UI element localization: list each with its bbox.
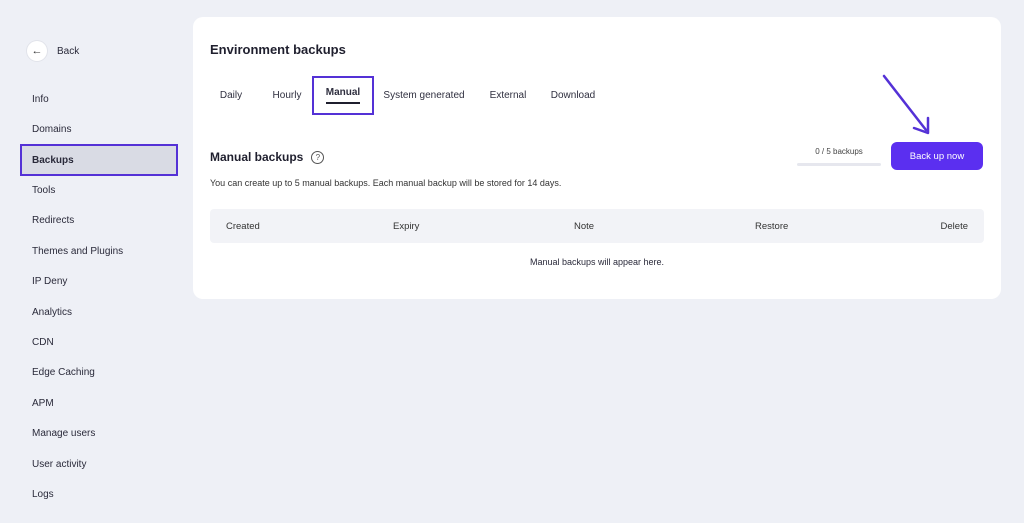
sidebar-item-edge-caching[interactable]: Edge Caching <box>20 356 178 388</box>
sidebar-item-label: IP Deny <box>32 275 68 287</box>
sidebar-item-label: Logs <box>32 488 54 500</box>
sidebar-item-themes-and-plugins[interactable]: Themes and Plugins <box>20 235 178 267</box>
sidebar-item-ip-deny[interactable]: IP Deny <box>20 265 178 297</box>
tab-label: Hourly <box>272 89 302 101</box>
sidebar-item-label: Backups <box>32 154 74 166</box>
sidebar: ← Back Info Domains Backups Tools Redire… <box>0 0 190 523</box>
tab-label: External <box>489 89 527 101</box>
section-title: Manual backups ? <box>210 150 325 164</box>
section-title-text: Manual backups <box>210 150 304 164</box>
sidebar-item-label: Domains <box>32 123 72 135</box>
sidebar-item-label: Analytics <box>32 306 73 318</box>
sidebar-item-label: Tools <box>32 184 56 196</box>
backup-counter: 0 / 5 backups <box>815 147 863 156</box>
sidebar-item-label: Redirects <box>32 214 75 226</box>
sidebar-item-manage-users[interactable]: Manage users <box>20 417 178 449</box>
tab-hourly[interactable]: Hourly <box>265 77 309 113</box>
sidebar-item-label: APM <box>32 397 54 409</box>
sidebar-item-label: Manage users <box>32 427 96 439</box>
tab-label: Manual <box>325 87 361 104</box>
column-header-created[interactable]: Created <box>226 209 260 243</box>
backups-card: Environment backups Daily Hourly Manual … <box>193 17 1001 299</box>
tab-daily[interactable]: Daily <box>211 77 251 113</box>
back-up-now-button[interactable]: Back up now <box>891 142 983 170</box>
sidebar-item-info[interactable]: Info <box>20 83 178 115</box>
tab-download[interactable]: Download <box>545 77 601 113</box>
tab-label: Download <box>550 89 596 101</box>
sidebar-item-label: Themes and Plugins <box>32 245 124 257</box>
arrow-left-icon: ← <box>27 41 47 61</box>
back-button[interactable]: ← Back <box>27 41 79 61</box>
sidebar-item-label: Edge Caching <box>32 366 95 378</box>
sidebar-item-logs[interactable]: Logs <box>20 478 178 510</box>
tab-label: System generated <box>383 89 465 101</box>
sidebar-item-backups[interactable]: Backups <box>20 144 178 176</box>
tab-system-generated[interactable]: System generated <box>379 77 469 113</box>
column-header-note: Note <box>574 220 595 232</box>
sidebar-item-analytics[interactable]: Analytics <box>20 296 178 328</box>
back-label: Back <box>57 45 80 57</box>
sidebar-item-tools[interactable]: Tools <box>20 174 178 206</box>
sidebar-item-apm[interactable]: APM <box>20 387 178 419</box>
backup-counter-bar <box>797 163 881 166</box>
empty-state-message: Manual backups will appear here. <box>529 257 665 267</box>
sidebar-item-domains[interactable]: Domains <box>20 113 178 145</box>
column-header-delete: Delete <box>940 220 968 232</box>
tab-manual[interactable]: Manual <box>312 76 374 115</box>
sidebar-item-label: CDN <box>32 336 54 348</box>
column-header-restore: Restore <box>755 220 789 232</box>
annotation-arrow-icon <box>882 74 930 135</box>
page-title: Environment backups <box>210 42 346 57</box>
column-header-expiry[interactable]: Expiry <box>393 209 419 243</box>
sidebar-item-label: User activity <box>32 458 87 470</box>
sidebar-item-user-activity[interactable]: User activity <box>20 448 178 480</box>
sidebar-item-redirects[interactable]: Redirects <box>20 204 178 236</box>
table-header: Created Expiry Note Restore Delete <box>210 209 984 243</box>
tab-external[interactable]: External <box>483 77 533 113</box>
section-description: You can create up to 5 manual backups. E… <box>210 178 562 188</box>
sidebar-item-label: Info <box>32 93 49 105</box>
sidebar-item-cdn[interactable]: CDN <box>20 326 178 358</box>
tab-label: Daily <box>219 89 243 101</box>
help-icon[interactable]: ? <box>311 150 325 164</box>
